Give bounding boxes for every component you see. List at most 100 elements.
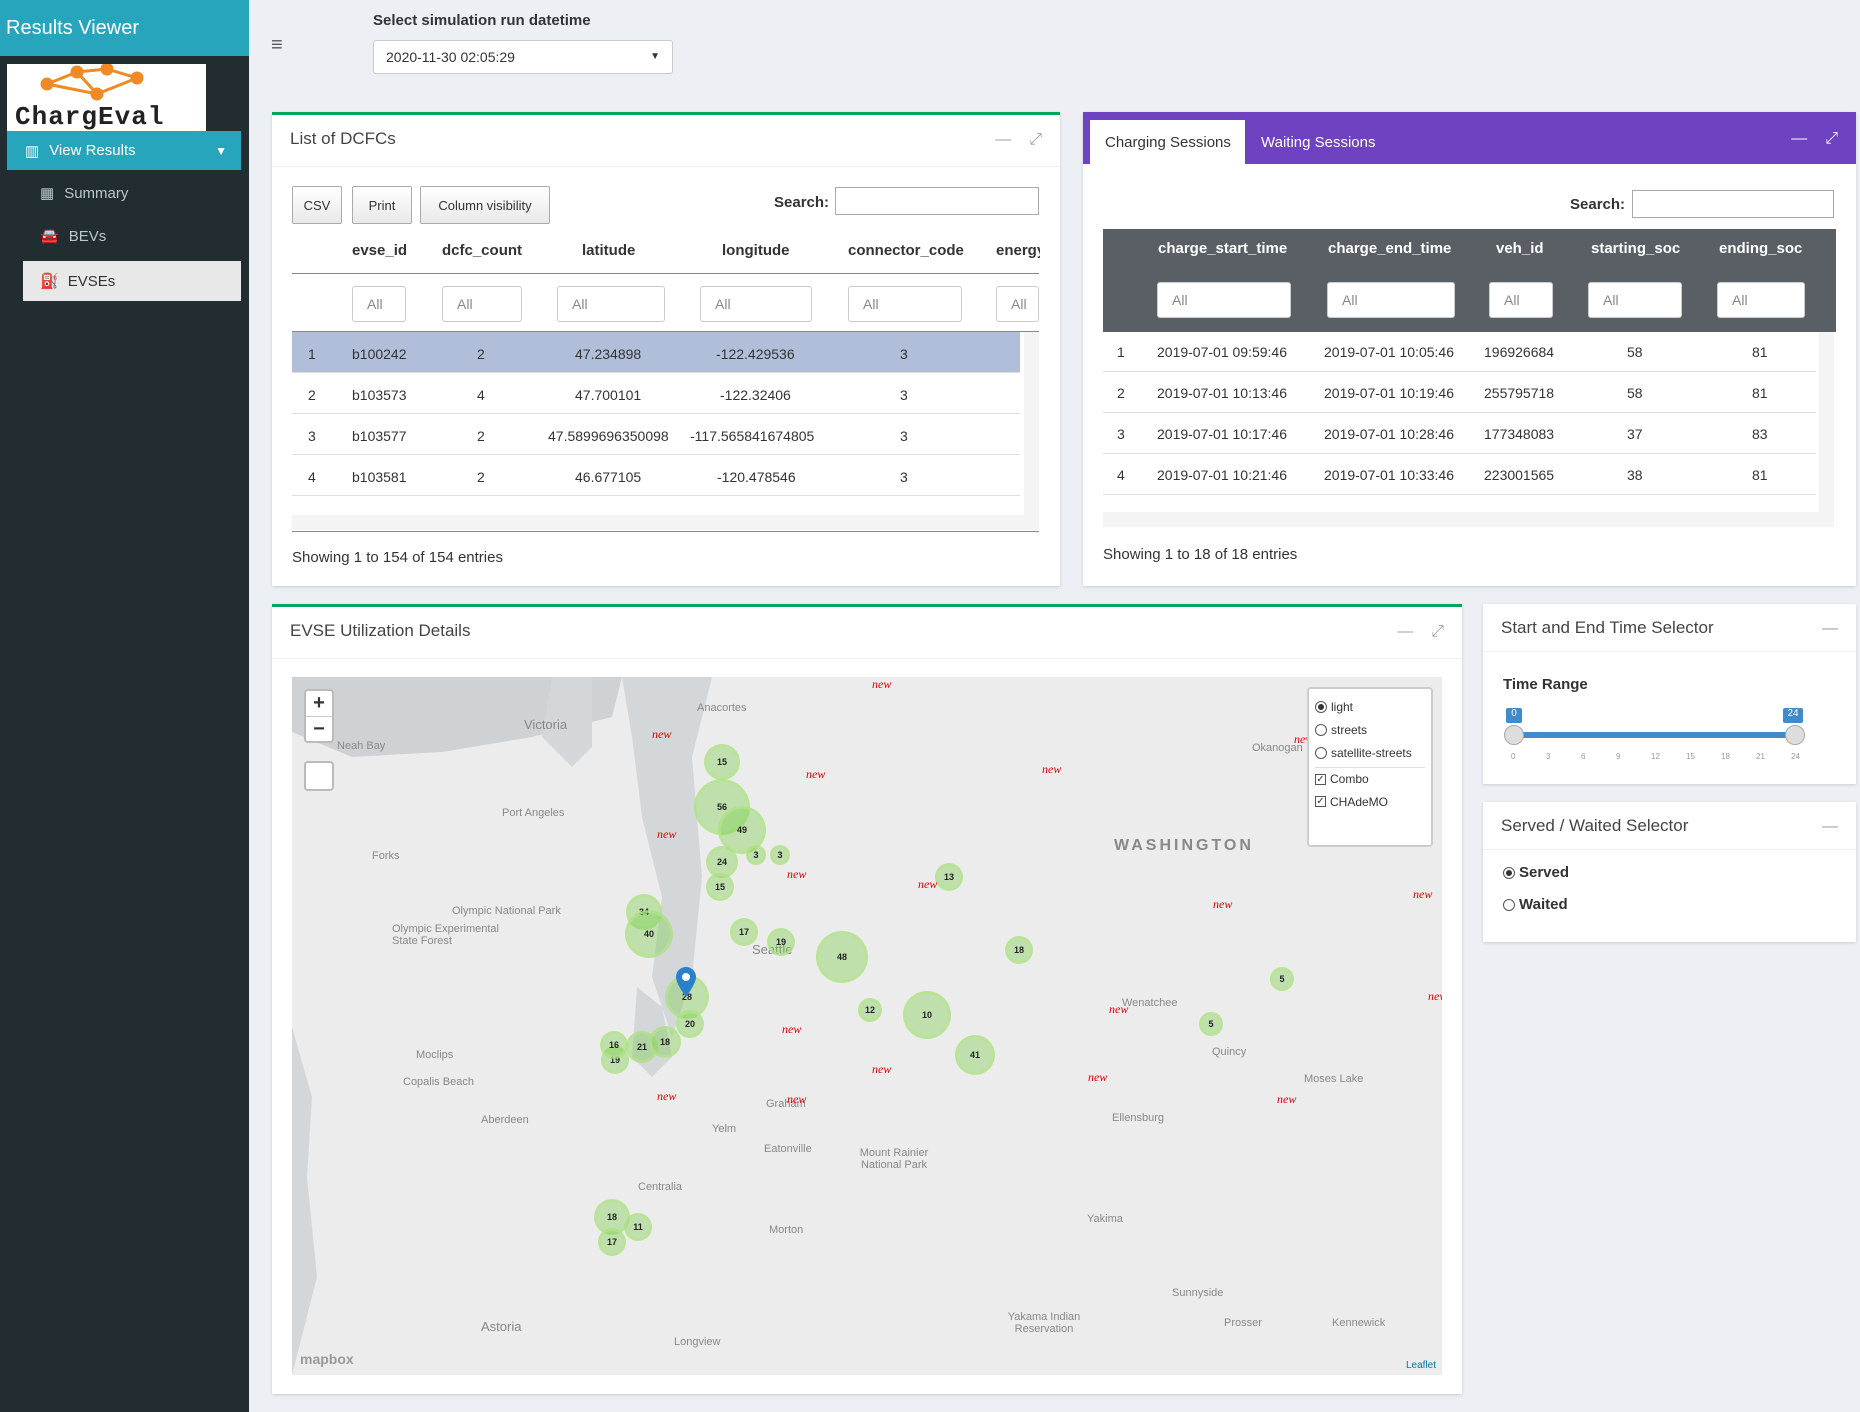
filter-charge-end-time[interactable]: All <box>1327 282 1455 318</box>
cluster-marker[interactable]: 17 <box>730 918 758 946</box>
cluster-marker[interactable]: 15 <box>704 744 740 780</box>
col-charge-start-time[interactable]: charge_start_time <box>1158 240 1287 257</box>
sidebar-item-bevs[interactable]: 🚘 BEVs <box>40 227 106 246</box>
tab-waiting-sessions[interactable]: Waiting Sessions <box>1261 134 1376 151</box>
col-evse-id[interactable]: evse_id <box>352 242 407 259</box>
vertical-scrollbar[interactable] <box>1819 332 1834 527</box>
col-ending-soc[interactable]: ending_soc <box>1719 240 1802 257</box>
cluster-marker[interactable]: 10 <box>903 991 951 1039</box>
slider-track[interactable] <box>1515 732 1795 738</box>
radio-waited[interactable]: Waited <box>1503 896 1568 913</box>
minimize-icon[interactable]: — <box>1397 623 1413 641</box>
cluster-marker[interactable]: 13 <box>935 863 963 891</box>
view-results-menu[interactable]: ▥ View Results ▼ <box>7 131 241 170</box>
expand-icon[interactable]: ⤢ <box>1431 623 1444 641</box>
dcfc-search-input[interactable] <box>835 187 1039 215</box>
run-datetime-select[interactable]: 2020-11-30 02:05:29 ▼ <box>373 40 673 74</box>
cluster-marker[interactable]: 5 <box>1199 1012 1223 1036</box>
sidebar-item-evses[interactable]: ⛽ EVSEs <box>23 261 241 301</box>
leaflet-attribution[interactable]: Leaflet <box>1406 1360 1436 1371</box>
new-station-label[interactable]: new <box>657 1089 676 1104</box>
tab-charging-sessions[interactable]: Charging Sessions <box>1090 120 1245 164</box>
minimize-icon[interactable]: — <box>1822 620 1838 638</box>
hamburger-menu-icon[interactable]: ≡ <box>271 34 283 57</box>
new-station-label[interactable]: new <box>872 677 891 692</box>
cluster-marker[interactable]: 18 <box>649 1026 681 1058</box>
mapbox-attribution[interactable]: mapbox <box>300 1351 354 1367</box>
cluster-marker[interactable]: 3 <box>770 845 790 865</box>
filter-ending-soc[interactable]: All <box>1717 282 1805 318</box>
filter-dcfc-count[interactable]: All <box>442 286 522 322</box>
sessions-search-input[interactable] <box>1632 190 1834 218</box>
cluster-marker[interactable]: 41 <box>955 1035 995 1075</box>
new-station-label[interactable]: new <box>652 727 671 742</box>
layer-option-streets[interactable]: streets <box>1315 718 1425 741</box>
cluster-marker[interactable]: 40 <box>625 910 673 958</box>
minimize-icon[interactable]: — <box>1822 818 1838 836</box>
new-station-label[interactable]: new <box>1042 762 1061 777</box>
new-station-label[interactable]: new <box>1413 887 1432 902</box>
new-station-label[interactable]: new <box>787 1092 806 1107</box>
layer-option-light[interactable]: light <box>1315 695 1425 718</box>
filter-latitude[interactable]: All <box>557 286 665 322</box>
horizontal-scrollbar[interactable] <box>1103 512 1819 527</box>
col-starting-soc[interactable]: starting_soc <box>1591 240 1680 257</box>
cluster-marker[interactable]: 17 <box>598 1228 626 1256</box>
new-station-label[interactable]: new <box>918 877 937 892</box>
draw-toolbar-button[interactable] <box>304 761 334 791</box>
filter-veh-id[interactable]: All <box>1489 282 1553 318</box>
layer-option-satellite-streets[interactable]: satellite-streets <box>1315 741 1425 764</box>
filter-connector-code[interactable]: All <box>848 286 962 322</box>
new-station-label[interactable]: new <box>657 827 676 842</box>
filter-energy[interactable]: All <box>996 286 1039 322</box>
radio-served[interactable]: Served <box>1503 864 1569 881</box>
csv-button[interactable]: CSV <box>292 186 342 224</box>
expand-icon[interactable]: ⤢ <box>1825 130 1838 148</box>
new-station-label[interactable]: new <box>1428 989 1442 1004</box>
filter-evse-id[interactable]: All <box>352 286 406 322</box>
cluster-marker[interactable]: 12 <box>858 998 882 1022</box>
zoom-out-button[interactable]: − <box>306 716 332 741</box>
slider-handle-max[interactable] <box>1785 725 1805 745</box>
col-dcfc-count[interactable]: dcfc_count <box>442 242 522 259</box>
col-charge-end-time[interactable]: charge_end_time <box>1328 240 1451 257</box>
col-latitude[interactable]: latitude <box>582 242 635 259</box>
new-station-label[interactable]: new <box>1109 1002 1128 1017</box>
new-station-label[interactable]: new <box>1277 1092 1296 1107</box>
filter-longitude[interactable]: All <box>700 286 812 322</box>
location-pin-icon[interactable] <box>676 967 696 997</box>
overlay-option-chademo[interactable]: ✓ CHAdeMO <box>1315 790 1425 813</box>
cluster-marker[interactable]: 3 <box>746 845 766 865</box>
cluster-marker[interactable]: 16 <box>600 1031 628 1059</box>
filter-starting-soc[interactable]: All <box>1588 282 1682 318</box>
new-station-label[interactable]: new <box>872 1062 891 1077</box>
col-veh-id[interactable]: veh_id <box>1496 240 1544 257</box>
new-station-label[interactable]: new <box>1088 1070 1107 1085</box>
minimize-icon[interactable]: — <box>1791 130 1807 148</box>
new-station-label[interactable]: new <box>787 867 806 882</box>
cluster-marker[interactable]: 18 <box>1005 936 1033 964</box>
cluster-marker[interactable]: 20 <box>676 1010 704 1038</box>
cluster-marker[interactable]: 48 <box>816 931 868 983</box>
cluster-marker[interactable]: 19 <box>767 928 795 956</box>
slider-handle-min[interactable] <box>1504 725 1524 745</box>
evse-map[interactable]: Victoria Port Angeles Forks Olympic Nati… <box>292 677 1442 1375</box>
col-longitude[interactable]: longitude <box>722 242 790 259</box>
print-button[interactable]: Print <box>352 186 412 224</box>
minimize-icon[interactable]: — <box>995 131 1011 149</box>
zoom-in-button[interactable]: + <box>306 691 332 716</box>
col-energy[interactable]: energy <box>996 242 1040 259</box>
horizontal-scrollbar[interactable] <box>292 515 1024 530</box>
cluster-marker[interactable]: 11 <box>624 1213 652 1241</box>
filter-charge-start-time[interactable]: All <box>1157 282 1291 318</box>
sidebar-item-summary[interactable]: ▦ Summary <box>40 184 128 203</box>
expand-icon[interactable]: ⤢ <box>1029 131 1042 149</box>
cluster-marker[interactable]: 15 <box>706 873 734 901</box>
vertical-scrollbar[interactable] <box>1024 332 1039 530</box>
col-connector-code[interactable]: connector_code <box>848 242 964 259</box>
new-station-label[interactable]: new <box>782 1022 801 1037</box>
new-station-label[interactable]: new <box>1213 897 1232 912</box>
column-visibility-button[interactable]: Column visibility <box>420 186 550 224</box>
new-station-label[interactable]: new <box>806 767 825 782</box>
cluster-marker[interactable]: 5 <box>1270 967 1294 991</box>
